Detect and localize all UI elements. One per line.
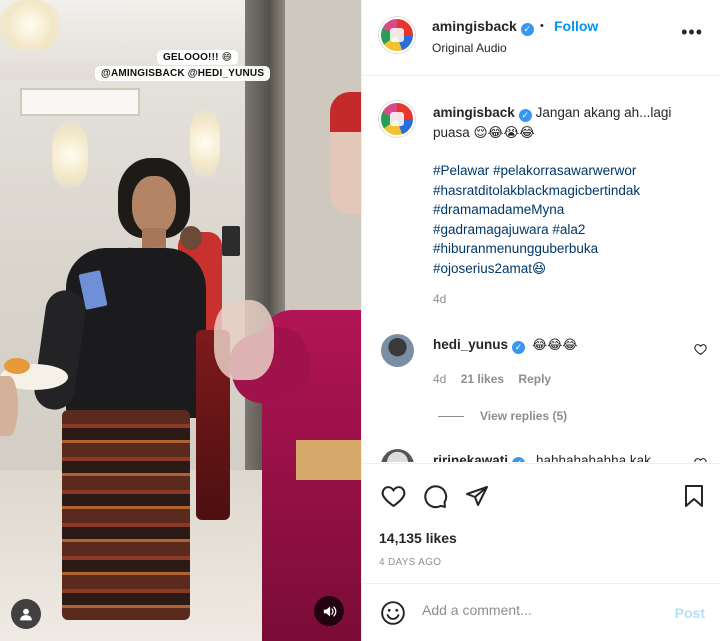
- left-hand: [0, 376, 18, 436]
- video-speaker: [222, 226, 240, 256]
- verified-icon: ✓: [520, 23, 534, 36]
- add-comment-bar: Post: [362, 583, 720, 641]
- hashtags: #Pelawar #pelakorrasawarwerwor #hasratdi…: [433, 161, 703, 278]
- comment-icon: [423, 484, 447, 508]
- sound-icon: [323, 606, 336, 616]
- hashtag-line[interactable]: #gadramagajuwara #ala2: [433, 220, 703, 240]
- emoji-icon[interactable]: [380, 600, 406, 626]
- like-count[interactable]: 14,135 likes: [379, 530, 457, 546]
- plate-food: [4, 358, 30, 374]
- comment-username-text[interactable]: ririnekawati: [433, 453, 508, 462]
- comment-text: hahhahahahha kak: [536, 453, 651, 462]
- author-avatar[interactable]: [379, 17, 415, 53]
- caption-author-avatar[interactable]: [379, 101, 415, 137]
- hashtag-line[interactable]: #Pelawar #pelakorrasawarwerwor: [433, 161, 703, 181]
- comment-like-heart-icon[interactable]: [694, 457, 707, 462]
- clapping-hands: [214, 300, 274, 380]
- share-button[interactable]: [463, 482, 491, 510]
- post-caption: amingisback ✓ Jangan akang ah...lagi puas…: [433, 103, 703, 143]
- video-lamp: [52, 122, 88, 188]
- comment-username[interactable]: ririnekawati ✓: [433, 453, 526, 462]
- hashtag-line[interactable]: #hasratditolakblackmagicbertindak: [433, 181, 703, 201]
- video-caption-overlay: GELOOO!!! 😄 @AMINGISBACK @HEDI_YUNUS: [95, 50, 271, 81]
- comment-likes[interactable]: 21 likes: [461, 372, 504, 386]
- commenter-avatar[interactable]: [381, 449, 414, 462]
- comment-meta: 4d 21 likes Reply: [433, 372, 562, 386]
- follow-button[interactable]: Follow: [554, 18, 598, 34]
- tagged-users-button[interactable]: [11, 599, 41, 629]
- view-replies-label[interactable]: View replies (5): [480, 409, 567, 423]
- like-button[interactable]: [379, 482, 407, 510]
- video-background-person-head: [180, 226, 202, 250]
- save-button[interactable]: [680, 482, 708, 510]
- author-username[interactable]: amingisback ✓: [432, 18, 534, 36]
- verified-icon: ✓: [512, 457, 526, 462]
- hashtag-line[interactable]: #dramamadameMyna: [433, 200, 703, 220]
- reply-button[interactable]: Reply: [518, 372, 551, 386]
- post-panel: amingisback ✓ • Follow Original Audio •••…: [361, 0, 720, 641]
- comment-text: 😂😂😂: [532, 337, 578, 352]
- comment-like-heart-icon[interactable]: [694, 343, 707, 356]
- heart-icon: [381, 485, 405, 507]
- view-replies-line: [438, 415, 464, 417]
- comment-username[interactable]: hedi_yunus ✓: [433, 337, 526, 354]
- hashtag-line[interactable]: #ojoserius2amat😆: [433, 259, 703, 279]
- comment-age: 4d: [433, 372, 447, 386]
- video-skylight: [20, 88, 140, 116]
- post-comment-button[interactable]: Post: [675, 605, 705, 621]
- right-person-hat: [330, 92, 361, 132]
- comments-area[interactable]: amingisback ✓ Jangan akang ah...lagi puas…: [362, 77, 720, 462]
- post-video[interactable]: GELOOO!!! 😄 @AMINGISBACK @HEDI_YUNUS: [0, 0, 361, 641]
- author-username-text[interactable]: amingisback: [432, 18, 517, 34]
- separator-dot: •: [540, 20, 544, 32]
- mute-button[interactable]: [314, 596, 344, 626]
- right-person-belt: [296, 440, 361, 480]
- comment-button[interactable]: [421, 482, 449, 510]
- view-replies-button[interactable]: View replies (5): [438, 409, 567, 423]
- dancer-skirt: [62, 410, 190, 620]
- video-wall-light: [190, 108, 220, 178]
- user-tag-icon: [20, 608, 32, 621]
- audio-link[interactable]: Original Audio: [432, 41, 507, 55]
- more-options-icon[interactable]: •••: [681, 22, 703, 43]
- video-caption-line1: GELOOO!!! 😄: [156, 50, 239, 65]
- video-caption-line2: @AMINGISBACK @HEDI_YUNUS: [95, 66, 271, 81]
- share-icon: [466, 486, 488, 506]
- caption-username[interactable]: amingisback: [433, 105, 515, 120]
- comment-input[interactable]: [422, 602, 652, 618]
- verified-icon: ✓: [512, 341, 526, 354]
- instagram-post-viewer: GELOOO!!! 😄 @AMINGISBACK @HEDI_YUNUS ami…: [0, 0, 720, 641]
- hashtag-line[interactable]: #hiburanmenungguberbuka: [433, 239, 703, 259]
- video-chandelier: [0, 0, 60, 50]
- commenter-avatar[interactable]: [381, 334, 414, 367]
- bookmark-icon: [685, 485, 703, 507]
- dancer-face: [132, 176, 176, 234]
- post-header: amingisback ✓ • Follow Original Audio •••: [362, 0, 720, 76]
- post-actions: 14,135 likes 4 DAYS AGO: [362, 463, 720, 583]
- verified-icon: ✓: [518, 108, 532, 122]
- caption-age: 4d: [433, 292, 447, 306]
- post-date[interactable]: 4 DAYS AGO: [379, 557, 441, 568]
- comment-username-text[interactable]: hedi_yunus: [433, 337, 508, 352]
